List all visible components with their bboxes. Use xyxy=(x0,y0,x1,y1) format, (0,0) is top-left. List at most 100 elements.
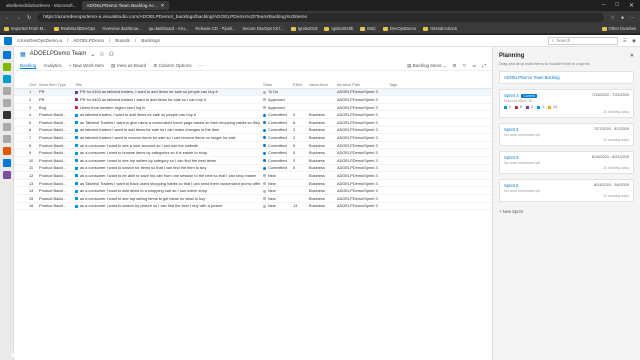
bookmark[interactable]: Secure DevOps Kit f... xyxy=(242,26,283,31)
bookmark[interactable]: GitHubActions xyxy=(423,26,457,31)
cell-title[interactable]: PR for #104 as tailwind traders, I want … xyxy=(72,89,260,94)
bookmark[interactable]: EBC xyxy=(360,26,376,31)
title-link[interactable]: as a consumer I want to add items to a s… xyxy=(80,188,207,193)
col-tags[interactable]: Tags xyxy=(386,82,492,87)
title-link[interactable]: as a consumer I want to browse items by … xyxy=(80,150,207,155)
page-title[interactable]: ADOELPDemo Team xyxy=(30,51,87,57)
table-row[interactable]: 6 Product Backl... as tailwind traders I w… xyxy=(14,127,492,135)
url-field[interactable]: https://azuredevopsdemo-a.visualstudio.c… xyxy=(37,13,605,22)
table-row[interactable]: 11 Product Backl... as a consumer I want t… xyxy=(14,165,492,173)
sprint-card[interactable]: 7/27/2020 - 8/7/2020 Sprint 4 No work sche… xyxy=(499,123,634,146)
breadcrumb-page[interactable]: Backlogs xyxy=(141,38,160,43)
favorite-icon[interactable]: ☆ xyxy=(99,51,104,58)
title-link[interactable]: as tailwind traders, I want to add items… xyxy=(80,112,196,117)
minimize-icon[interactable]: – xyxy=(602,2,605,9)
tab-backlog[interactable]: Backlog xyxy=(20,63,37,69)
view-as-board-button[interactable]: ▤ View as Board xyxy=(111,63,146,69)
new-sprint-button[interactable]: + New Sprint xyxy=(499,209,634,214)
title-link[interactable]: as a consumer I want to see top selling … xyxy=(80,196,205,201)
sprint-card[interactable]: 7/13/2020 - 7/24/2020 Sprint 3 Current Plan… xyxy=(499,89,634,118)
test-plans-icon[interactable] xyxy=(2,171,11,179)
project-icon[interactable] xyxy=(2,51,11,59)
column-options-button[interactable]: ⚙ Column Options xyxy=(153,63,191,69)
repos-icon[interactable] xyxy=(2,147,11,155)
cell-title[interactable]: as Tailwind Traders I want to track user… xyxy=(72,181,260,186)
search-box[interactable]: ⌕ Search xyxy=(547,36,618,45)
close-icon[interactable]: ✕ xyxy=(161,3,165,9)
cell-title[interactable]: as a consumer I want to see top selling … xyxy=(72,196,260,201)
team-backlog-card[interactable]: ADOELPDemo Team Backlog xyxy=(499,71,634,84)
cell-title[interactable]: as tailwind traders I want to remove ite… xyxy=(72,135,260,140)
breadcrumb-area[interactable]: Boards xyxy=(115,38,130,43)
title-link[interactable]: Users from western region can't log in xyxy=(80,105,145,110)
title-link[interactable]: as Tailwind Traders I want to track user… xyxy=(80,181,260,186)
col-effort[interactable]: Effort xyxy=(290,82,306,87)
title-link[interactable]: as a consumer I want to see top sellers … xyxy=(80,158,216,163)
table-row[interactable]: 14 Product Backl... as a consumer I want t… xyxy=(14,187,492,195)
bookmark[interactable]: qa dashboard - Azu... xyxy=(149,26,189,31)
new-work-item-button[interactable]: + New Work Item xyxy=(69,63,104,68)
table-row[interactable]: 5 Product Backl... as Tailwind Traders I w… xyxy=(14,119,492,127)
sprint-card[interactable]: 8/10/2020 - 8/21/2020 Sprint 5 No work sch… xyxy=(499,151,634,174)
bookmark[interactable]: Ignite2019 xyxy=(290,26,317,31)
backlog-level-picker[interactable]: ▤ Backlog items ⌄ xyxy=(407,63,446,69)
col-type[interactable]: Work Item Type xyxy=(36,82,72,87)
title-link[interactable]: PR for #403 as tailwind traders I want t… xyxy=(80,97,206,102)
avatar[interactable]: ◉ xyxy=(632,38,636,44)
boards-icon[interactable] xyxy=(2,75,11,83)
sprint-card[interactable]: 8/24/2020 - 9/4/2020 Sprint 6 No work sche… xyxy=(499,179,634,202)
cell-title[interactable]: as tailwind traders, I want to add items… xyxy=(72,112,260,117)
cell-title[interactable]: PR for #403 as tailwind traders I want t… xyxy=(72,97,260,102)
forward-icon[interactable]: → xyxy=(16,15,21,21)
title-link[interactable]: as a consumer I want to search by pictur… xyxy=(80,203,223,208)
cell-title[interactable]: as a consumer I want to add items to a s… xyxy=(72,188,260,193)
star-icon[interactable]: ☆ xyxy=(610,15,614,21)
cell-title[interactable]: as tailwind traders I want to add items … xyxy=(72,127,260,132)
refresh-icon[interactable]: ↻ xyxy=(27,15,31,21)
browser-tab[interactable]: ahelbetvdnbdrazlerev - Microsoft... xyxy=(2,1,80,10)
expand-icon[interactable]: ⤢ xyxy=(482,63,486,68)
table-row[interactable]: 10 Product Backl... as a consumer I want t… xyxy=(14,157,492,165)
bookmark[interactable]: DevOpsDemo xyxy=(382,26,416,31)
title-link[interactable]: as Tailwind Traders I want to give users… xyxy=(80,120,260,125)
cell-title[interactable]: as a consumer I want to search for items… xyxy=(72,165,260,170)
settings-icon[interactable]: ☰ xyxy=(623,38,627,44)
cell-title[interactable]: as a consumer I want to see top sellers … xyxy=(72,158,260,163)
col-state[interactable]: State xyxy=(260,82,290,87)
col-order[interactable]: Order xyxy=(26,82,36,87)
sprint-name[interactable]: Sprint 3 xyxy=(504,93,518,98)
pipelines-icon[interactable] xyxy=(2,159,11,167)
overview-icon[interactable] xyxy=(2,63,11,71)
table-row[interactable]: 1 PR PR for #104 as tailwind traders, I wa… xyxy=(14,88,492,97)
cell-title[interactable]: as a consumer I want to see a user accou… xyxy=(72,143,260,148)
chevron-down-icon[interactable]: ⌄ xyxy=(90,51,95,58)
other-favorites[interactable]: Other favorites xyxy=(601,26,636,31)
title-link[interactable]: as tailwind traders I want to remove ite… xyxy=(80,135,236,140)
col-title[interactable]: Title xyxy=(72,82,260,87)
title-link[interactable]: as a consumer I want to see a user accou… xyxy=(80,143,198,148)
menu-icon[interactable]: ⋯ xyxy=(630,15,635,21)
view-options-icon[interactable]: ⚌ xyxy=(472,63,476,69)
cell-title[interactable]: as a consumer I want to browse items by … xyxy=(72,150,260,155)
work-items-icon[interactable] xyxy=(2,87,11,95)
title-link[interactable]: PR for #104 as tailwind traders, I want … xyxy=(80,89,218,94)
filter-icon[interactable]: ▽ xyxy=(463,63,467,69)
boards-sub-icon[interactable] xyxy=(2,99,11,107)
table-row[interactable]: 9 Product Backl... as a consumer I want to… xyxy=(14,149,492,157)
table-row[interactable]: 2 PR PR for #403 as tailwind traders I wan… xyxy=(14,96,492,104)
cell-title[interactable]: as a consumer I want to search by pictur… xyxy=(72,203,260,208)
settings-icon[interactable]: ⚙ xyxy=(453,63,457,69)
close-icon[interactable]: ✕ xyxy=(630,53,634,59)
tab-analytics[interactable]: Analytics xyxy=(43,63,61,68)
table-row[interactable]: 7 Product Backl... as tailwind traders I w… xyxy=(14,134,492,142)
people-icon[interactable]: ⚇ xyxy=(109,51,114,58)
azure-devops-logo-icon[interactable] xyxy=(4,36,12,45)
col-iteration[interactable]: Iteration Path xyxy=(334,82,386,87)
table-row[interactable]: 8 Product Backl... as a consumer I want to… xyxy=(14,142,492,150)
sprint-name[interactable]: Sprint 6 xyxy=(504,183,518,188)
back-icon[interactable]: ← xyxy=(5,15,10,21)
sprint-name[interactable]: Sprint 4 xyxy=(504,127,518,132)
breadcrumb-project[interactable]: ADOELPDemo xyxy=(73,38,104,43)
sprint-name[interactable]: Sprint 5 xyxy=(504,155,518,160)
sprints-icon[interactable] xyxy=(2,123,11,131)
